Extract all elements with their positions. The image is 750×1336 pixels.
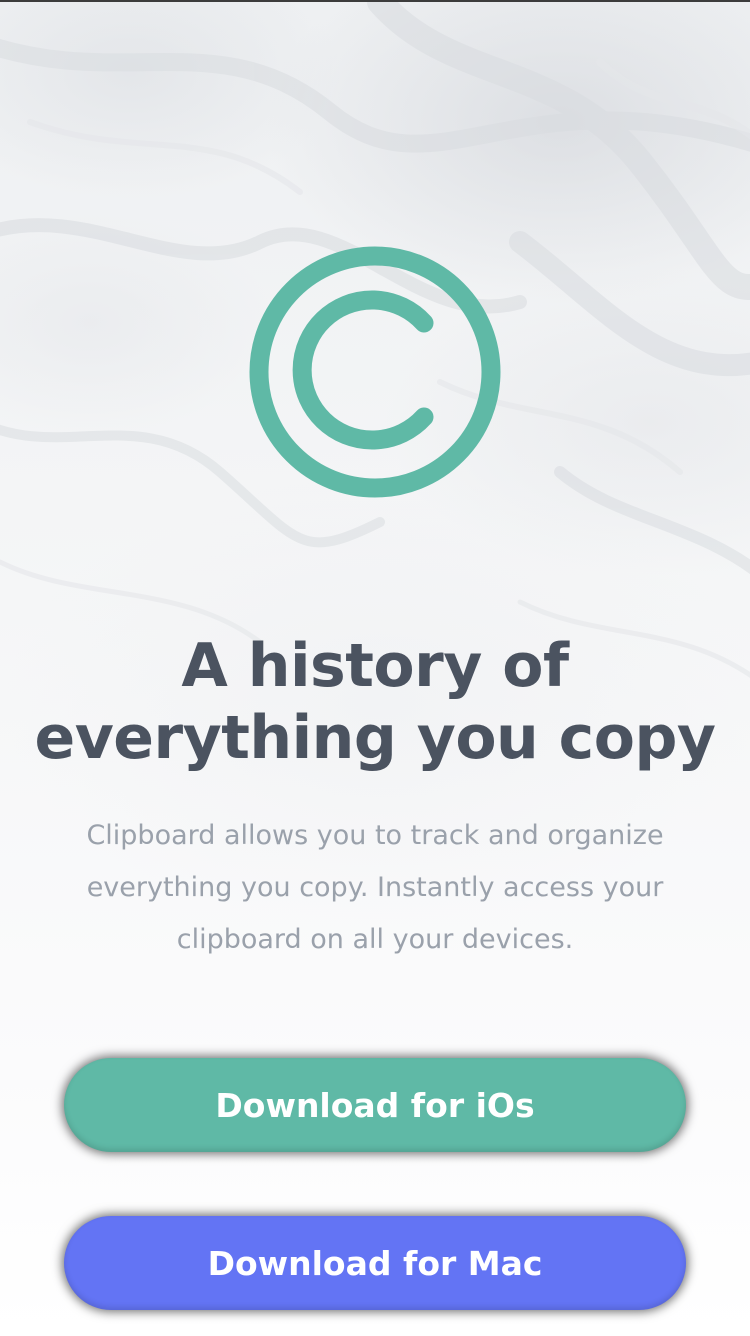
copyright-c-icon xyxy=(249,246,501,498)
page-description: Clipboard allows you to track and organi… xyxy=(86,820,664,955)
download-ios-button[interactable]: Download for iOs xyxy=(64,1058,686,1152)
download-mac-button[interactable]: Download for Mac xyxy=(64,1216,686,1310)
page-headline: A history of everything you copy xyxy=(34,631,717,773)
